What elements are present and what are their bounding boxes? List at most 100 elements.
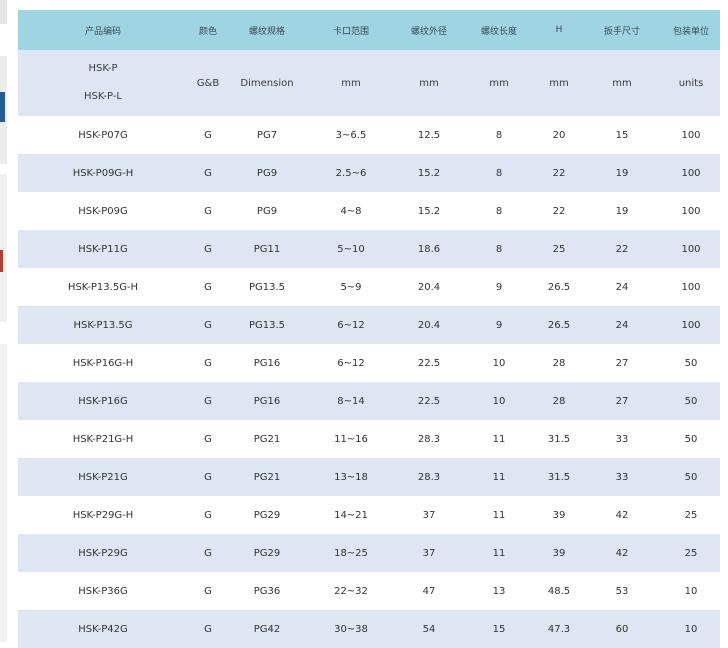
- cell-product-code: HSK-P13.5G: [18, 306, 188, 344]
- cell-thread-spec: PG29: [228, 496, 306, 534]
- cell-outer-diameter: 28.3: [396, 458, 462, 496]
- cell-thread-length: 9: [462, 306, 536, 344]
- cell-thread-spec: PG29: [228, 534, 306, 572]
- column-header-thread-outer-diameter: 螺纹外径: [396, 10, 462, 50]
- cell-thread-length: 11: [462, 496, 536, 534]
- cell-clamp-range: 2.5~6: [306, 154, 396, 192]
- cell-product-code: HSK-P36G: [18, 572, 188, 610]
- cell-wrench-size: 42: [582, 534, 662, 572]
- cell-thread-spec: PG21: [228, 420, 306, 458]
- cell-thread-spec: PG42: [228, 610, 306, 648]
- cell-color: G: [188, 344, 228, 382]
- subheader-color: G&B: [188, 50, 228, 116]
- cell-color: G: [188, 420, 228, 458]
- cell-clamp-range: 5~9: [306, 268, 396, 306]
- cell-thread-length: 15: [462, 610, 536, 648]
- cell-wrench-size: 33: [582, 458, 662, 496]
- product-spec-table: 产品编码 颜色 螺纹规格 卡口范围 螺纹外径 螺纹长度 H 扳手尺寸 包装单位 …: [18, 10, 720, 648]
- table-row: HSK-P13.5G G PG13.5 6~12 20.4 9 26.5 24 100: [18, 306, 720, 344]
- cell-wrench-size: 24: [582, 268, 662, 306]
- cell-packing-unit: 100: [662, 306, 720, 344]
- cell-outer-diameter: 15.2: [396, 154, 462, 192]
- cell-color: G: [188, 116, 228, 154]
- cell-h: 28: [536, 344, 582, 382]
- cell-h: 22: [536, 154, 582, 192]
- table-row: HSK-P09G G PG9 4~8 15.2 8 22 19 100: [18, 192, 720, 230]
- cell-h: 20: [536, 116, 582, 154]
- subheader-h-unit: mm: [536, 50, 582, 116]
- cell-thread-length: 8: [462, 116, 536, 154]
- cell-h: 31.5: [536, 458, 582, 496]
- column-header-wrench-size: 扳手尺寸: [582, 10, 662, 50]
- cell-packing-unit: 25: [662, 496, 720, 534]
- cell-product-code: HSK-P42G: [18, 610, 188, 648]
- table-row: HSK-P42G G PG42 30~38 54 15 47.3 60 10: [18, 610, 720, 648]
- cell-thread-spec: PG9: [228, 192, 306, 230]
- cell-clamp-range: 22~32: [306, 572, 396, 610]
- cell-outer-diameter: 15.2: [396, 192, 462, 230]
- cell-outer-diameter: 20.4: [396, 306, 462, 344]
- subheader-outer-diameter-unit: mm: [396, 50, 462, 116]
- cell-packing-unit: 100: [662, 116, 720, 154]
- cell-wrench-size: 15: [582, 116, 662, 154]
- cell-product-code: HSK-P09G: [18, 192, 188, 230]
- table-row: HSK-P36G G PG36 22~32 47 13 48.5 53 10: [18, 572, 720, 610]
- cell-clamp-range: 8~14: [306, 382, 396, 420]
- subheader-model-line-1: HSK-P: [88, 63, 118, 74]
- cell-thread-length: 8: [462, 154, 536, 192]
- cell-packing-unit: 10: [662, 572, 720, 610]
- cell-outer-diameter: 47: [396, 572, 462, 610]
- cell-color: G: [188, 268, 228, 306]
- cell-thread-length: 11: [462, 420, 536, 458]
- table-row: HSK-P07G G PG7 3~6.5 12.5 8 20 15 100: [18, 116, 720, 154]
- cell-outer-diameter: 54: [396, 610, 462, 648]
- cell-wrench-size: 27: [582, 344, 662, 382]
- cell-h: 28: [536, 382, 582, 420]
- cell-h: 31.5: [536, 420, 582, 458]
- cell-color: G: [188, 306, 228, 344]
- left-edge-fragment: [0, 0, 18, 642]
- cell-outer-diameter: 28.3: [396, 420, 462, 458]
- column-header-clamp-range: 卡口范围: [306, 10, 396, 50]
- column-header-product-code: 产品编码: [18, 10, 188, 50]
- column-header-thread-length: 螺纹长度: [462, 10, 536, 50]
- cell-thread-spec: PG7: [228, 116, 306, 154]
- cell-wrench-size: 27: [582, 382, 662, 420]
- cell-product-code: HSK-P21G: [18, 458, 188, 496]
- cell-packing-unit: 50: [662, 458, 720, 496]
- cell-wrench-size: 42: [582, 496, 662, 534]
- cell-h: 39: [536, 534, 582, 572]
- cell-product-code: HSK-P09G-H: [18, 154, 188, 192]
- cell-thread-spec: PG36: [228, 572, 306, 610]
- cell-thread-length: 8: [462, 230, 536, 268]
- cell-packing-unit: 100: [662, 268, 720, 306]
- cell-thread-length: 11: [462, 534, 536, 572]
- cell-color: G: [188, 534, 228, 572]
- cell-outer-diameter: 22.5: [396, 344, 462, 382]
- subheader-model-series: HSK-P HSK-P-L: [18, 50, 188, 116]
- cell-clamp-range: 14~21: [306, 496, 396, 534]
- edge-accent-red: [0, 250, 3, 272]
- cell-clamp-range: 30~38: [306, 610, 396, 648]
- column-header-thread-spec: 螺纹规格: [228, 10, 306, 50]
- table-subheader-row: HSK-P HSK-P-L G&B Dimension mm mm mm mm …: [18, 50, 720, 116]
- cell-outer-diameter: 20.4: [396, 268, 462, 306]
- cell-packing-unit: 50: [662, 382, 720, 420]
- subheader-wrench-unit: mm: [582, 50, 662, 116]
- cell-outer-diameter: 12.5: [396, 116, 462, 154]
- column-header-h: H: [536, 10, 582, 50]
- cell-clamp-range: 6~12: [306, 344, 396, 382]
- table-body: 产品编码 颜色 螺纹规格 卡口范围 螺纹外径 螺纹长度 H 扳手尺寸 包装单位 …: [18, 10, 720, 648]
- cell-clamp-range: 18~25: [306, 534, 396, 572]
- table-row: HSK-P09G-H G PG9 2.5~6 15.2 8 22 19 100: [18, 154, 720, 192]
- cell-h: 47.3: [536, 610, 582, 648]
- cell-wrench-size: 22: [582, 230, 662, 268]
- cell-clamp-range: 6~12: [306, 306, 396, 344]
- cell-product-code: HSK-P11G: [18, 230, 188, 268]
- cell-thread-spec: PG21: [228, 458, 306, 496]
- table-row: HSK-P21G G PG21 13~18 28.3 11 31.5 33 50: [18, 458, 720, 496]
- cell-color: G: [188, 458, 228, 496]
- cell-packing-unit: 50: [662, 420, 720, 458]
- cell-outer-diameter: 37: [396, 534, 462, 572]
- table-row: HSK-P16G G PG16 8~14 22.5 10 28 27 50: [18, 382, 720, 420]
